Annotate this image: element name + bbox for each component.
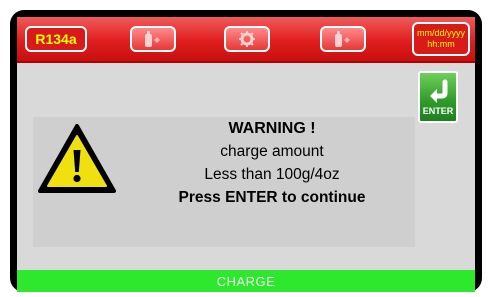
enter-arrow-icon: [430, 79, 448, 103]
enter-button[interactable]: ENTER: [418, 71, 458, 123]
bottom-status-bar: CHARGE: [17, 270, 475, 292]
warning-message: WARNING ! charge amount Less than 100g/4…: [142, 117, 402, 209]
screen: R134a mm/dd/yyyy hh:mm WARNING ! charge …: [17, 17, 475, 292]
warning-line-1: charge amount: [220, 143, 324, 160]
status-label: CHARGE: [216, 273, 276, 289]
datetime-badge: mm/dd/yyyy hh:mm: [412, 22, 470, 56]
enter-button-label: ENTER: [422, 106, 454, 116]
refrigerant-tank-icon: [335, 31, 350, 47]
gear-icon: [239, 31, 255, 47]
refrigerant-tank-icon: [145, 31, 160, 47]
top-status-bar: R134a mm/dd/yyyy hh:mm: [17, 17, 475, 63]
refrigerant-label: R134a: [35, 31, 77, 47]
warning-line-3: Press ENTER to continue: [178, 189, 366, 206]
tank-status-chip: [130, 26, 176, 52]
warning-triangle-icon: [38, 124, 116, 193]
warning-title: WARNING !: [228, 120, 316, 137]
date-format-label: mm/dd/yyyy: [416, 28, 465, 38]
refrigerant-badge: R134a: [25, 26, 87, 52]
warning-line-2: Less than 100g/4oz: [204, 166, 340, 183]
time-format-label: hh:mm: [427, 39, 455, 49]
settings-status-chip: [224, 26, 270, 52]
tank-status-chip-2: [320, 26, 366, 52]
